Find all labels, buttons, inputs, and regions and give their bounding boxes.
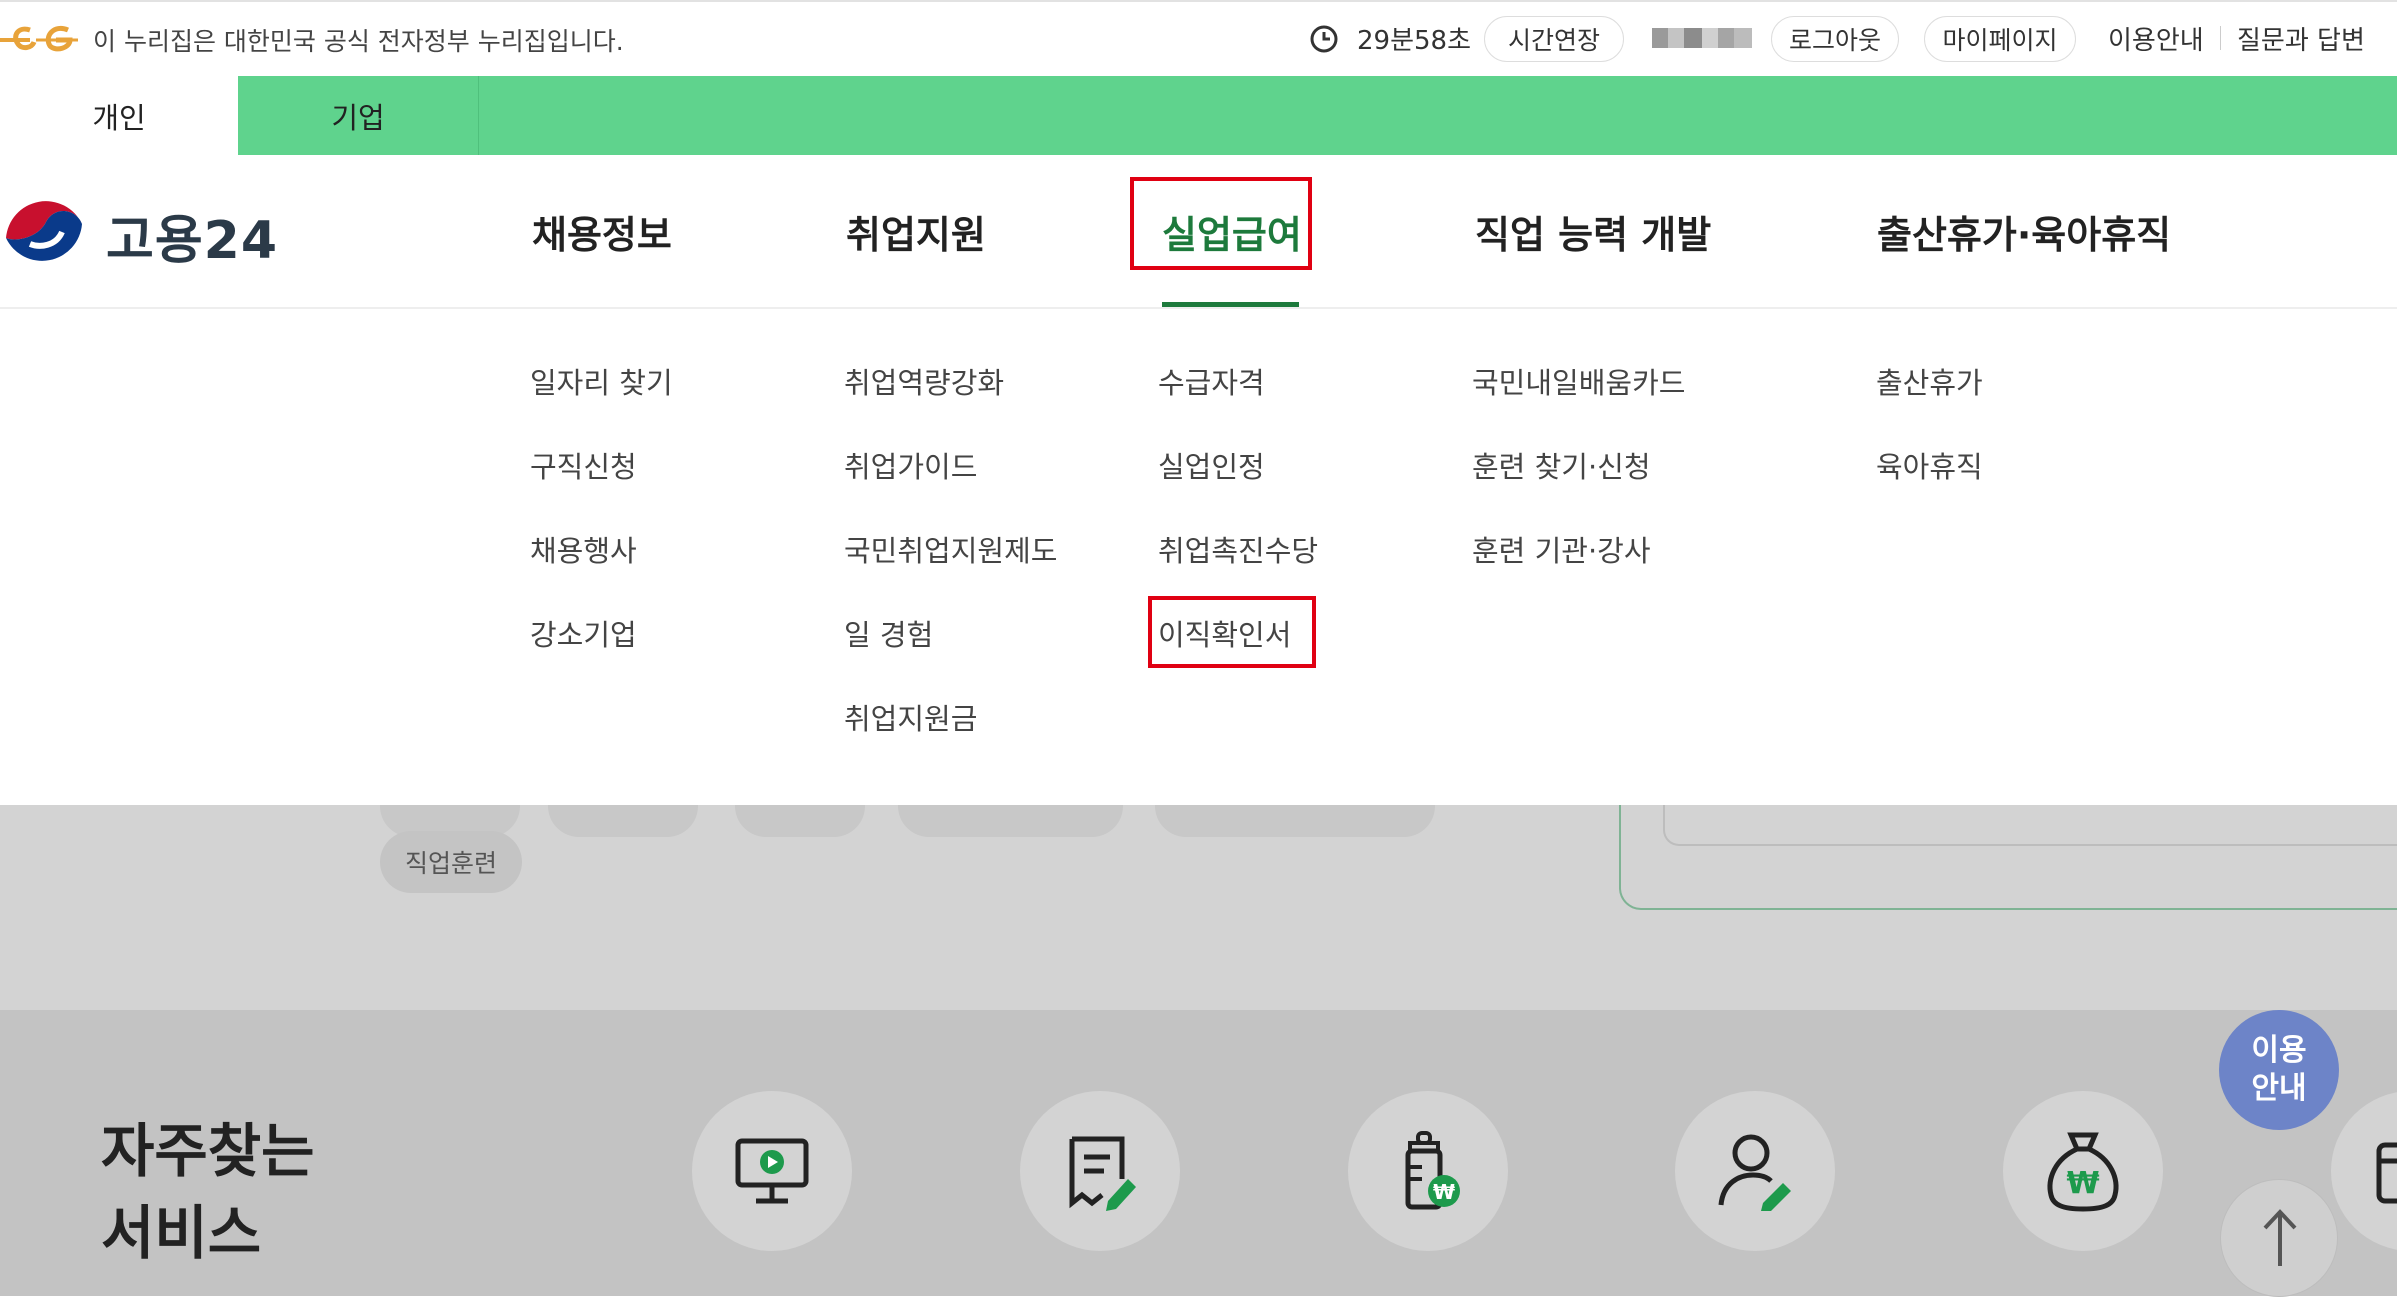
e-gov-logo-icon: [0, 26, 78, 52]
submenu-item[interactable]: 강소기업: [530, 612, 673, 696]
guide-link[interactable]: 이용안내: [2108, 20, 2204, 57]
service-shortcut[interactable]: ₩: [2003, 1091, 2163, 1251]
submenu-column-job-info: 일자리 찾기 구직신청 채용행사 강소기업: [530, 360, 673, 696]
logout-button[interactable]: 로그아웃: [1771, 16, 1899, 62]
gov-notice-text: 이 누리집은 대한민국 공식 전자정부 누리집입니다.: [93, 27, 624, 56]
submenu-item[interactable]: 국민취업지원제도: [844, 528, 1057, 612]
submenu-item[interactable]: 구직신청: [530, 444, 673, 528]
submenu-item[interactable]: 일자리 찾기: [530, 360, 673, 444]
scroll-to-top-button[interactable]: [2220, 1179, 2338, 1297]
submenu-item[interactable]: 국민내일배움카드: [1472, 360, 1685, 444]
submenu-item[interactable]: 훈련 찾기·신청: [1472, 444, 1685, 528]
baby-bottle-won-icon: ₩: [1405, 1131, 1460, 1210]
submenu-item[interactable]: 일 경험: [844, 612, 1057, 696]
submenu-item[interactable]: 취업가이드: [844, 444, 1057, 528]
user-name-blurred: [1652, 28, 1752, 48]
monitor-play-icon: [735, 1138, 809, 1204]
svg-text:₩: ₩: [2066, 1166, 2099, 1201]
brand-name[interactable]: 고용24: [106, 198, 278, 273]
submenu-item[interactable]: 실업인정: [1158, 444, 1318, 528]
session-timer: 29분58초: [1357, 26, 1472, 56]
gnb-item-parental-leave[interactable]: 출산휴가·육아휴직: [1877, 204, 2171, 259]
frequent-services-title: 자주찾는 서비스: [101, 1117, 315, 1267]
submenu-item[interactable]: 출산휴가: [1876, 360, 1983, 444]
service-shortcut[interactable]: [1675, 1091, 1835, 1251]
submenu-item[interactable]: 채용행사: [530, 528, 673, 612]
gnb-item-job-info[interactable]: 채용정보: [532, 204, 672, 259]
gnb-item-skills-development[interactable]: 직업 능력 개발: [1475, 204, 1711, 259]
service-shortcut[interactable]: [1020, 1091, 1180, 1251]
submenu-item[interactable]: 수급자격: [1158, 360, 1318, 444]
submenu-item[interactable]: 취업지원금: [844, 696, 1057, 780]
submenu-item[interactable]: 육아휴직: [1876, 444, 1983, 528]
help-guide-label: 이용 안내: [2251, 1033, 2307, 1106]
mypage-button[interactable]: 마이페이지: [1924, 16, 2076, 62]
submenu-column-parental-leave: 출산휴가 육아휴직: [1876, 360, 1983, 528]
qna-link[interactable]: 질문과 답변: [2237, 20, 2365, 57]
arrow-up-icon: [2263, 1209, 2297, 1266]
extend-session-button[interactable]: 시간연장: [1484, 16, 1624, 62]
document-edit-icon: [1069, 1136, 1136, 1211]
gnb-item-employment-support[interactable]: 취업지원: [846, 204, 986, 259]
help-guide-button[interactable]: 이용 안내: [2219, 1010, 2339, 1130]
keyword-chip-training[interactable]: 직업훈련: [380, 831, 522, 893]
clock-icon: [1310, 25, 1338, 53]
highlight-box-gnb: [1130, 177, 1312, 270]
service-shortcut[interactable]: [692, 1091, 852, 1251]
submenu-item[interactable]: 취업역량강화: [844, 360, 1057, 444]
tab-personal[interactable]: 개인: [0, 76, 238, 155]
submenu-column-skills-development: 국민내일배움카드 훈련 찾기·신청 훈련 기관·강사: [1472, 360, 1685, 612]
user-edit-icon: [1718, 1134, 1791, 1211]
svg-text:₩: ₩: [1433, 1180, 1455, 1204]
service-shortcut[interactable]: ₩: [1348, 1091, 1508, 1251]
money-bag-won-icon: ₩: [2047, 1132, 2119, 1212]
calendar-icon: [2376, 1142, 2397, 1204]
taegeuk-logo-icon[interactable]: [0, 188, 88, 276]
divider: [2220, 26, 2221, 50]
highlight-box-submenu: [1148, 596, 1316, 668]
tab-business[interactable]: 기업: [238, 76, 479, 155]
submenu-item[interactable]: 훈련 기관·강사: [1472, 528, 1685, 612]
submenu-column-employment-support: 취업역량강화 취업가이드 국민취업지원제도 일 경험 취업지원금: [844, 360, 1057, 780]
